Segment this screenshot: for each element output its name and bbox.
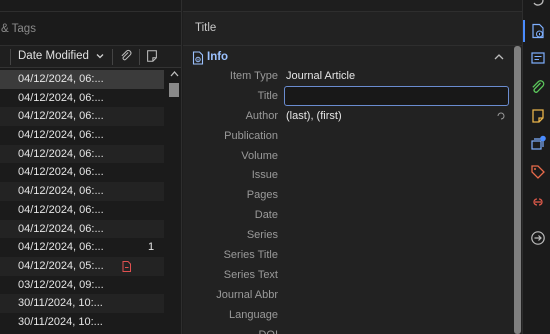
field-series-text: Series Text (183, 266, 503, 286)
items-list: 04/12/2024, 06:... 04/12/2024, 06:... 04/1… (0, 70, 164, 332)
field-pages: Pages (183, 186, 503, 206)
item-row[interactable]: 04/12/2024, 06:... (0, 219, 164, 239)
paperclip-icon[interactable] (119, 49, 133, 63)
field-publication: Publication (183, 127, 503, 147)
info-fields: Item Type Journal Article Title Author (last… (183, 67, 509, 334)
swap-name-icon[interactable] (496, 111, 506, 121)
related-icon[interactable] (530, 194, 546, 210)
items-column-header: Date Modified (0, 46, 181, 68)
item-pane-top-strip (183, 0, 522, 12)
side-navigation (522, 0, 550, 334)
field-date: Date (183, 206, 503, 226)
items-pane: & Tags Date Modified 04/12/2024, 06:... 0… (0, 0, 182, 334)
item-row[interactable]: 04/12/2024, 06:... (0, 182, 164, 201)
field-value-item-type[interactable]: Journal Article (286, 70, 355, 82)
item-pane-header-title[interactable]: Title (183, 12, 522, 46)
item-row[interactable]: 03/12/2024, 09:... (0, 275, 164, 295)
item-row[interactable]: 30/11/2024, 10:... (0, 294, 164, 313)
field-label-series-text[interactable]: Series Text (224, 269, 278, 281)
note-column-icon[interactable] (145, 49, 159, 63)
item-date-modified: 04/12/2024, 05:... (18, 259, 104, 272)
item-date-modified: 04/12/2024, 06:... (18, 241, 104, 254)
field-label-title[interactable]: Title (258, 90, 278, 102)
date-modified-column-header[interactable]: Date Modified (18, 50, 89, 62)
field-volume: Volume (183, 147, 503, 167)
field-item-type: Item Type Journal Article (183, 67, 503, 87)
item-date-modified: 04/12/2024, 06:... (18, 203, 104, 216)
item-date-modified: 04/12/2024, 06:... (18, 110, 104, 123)
field-label-pages[interactable]: Pages (247, 189, 278, 201)
item-row[interactable]: 04/12/2024, 06:... (0, 163, 164, 183)
field-issue: Issue (183, 166, 503, 186)
item-date-modified: 30/11/2024, 10:... (18, 315, 103, 328)
field-label-publication[interactable]: Publication (224, 130, 278, 142)
field-series-title: Series Title (183, 246, 503, 266)
item-row[interactable]: 30/11/2024, 10:... (0, 312, 164, 332)
field-label-series-title[interactable]: Series Title (224, 249, 278, 261)
item-row[interactable]: 04/12/2024, 06:... (0, 144, 164, 164)
field-doi: DOI (183, 326, 503, 334)
side-nav-selected-indicator (523, 20, 525, 42)
field-author: Author (last), (first) (183, 107, 506, 127)
item-date-modified: 04/12/2024, 06:... (18, 222, 104, 235)
title-input[interactable] (284, 85, 509, 106)
field-journal-abbr: Journal Abbr (183, 286, 503, 306)
items-pane-top-strip (0, 0, 181, 12)
item-pane-scrollbar[interactable] (513, 46, 522, 334)
field-label-journal-abbr[interactable]: Journal Abbr (216, 289, 278, 301)
item-date-modified: 04/12/2024, 06:... (18, 129, 104, 142)
item-date-modified: 04/12/2024, 06:... (18, 73, 104, 85)
scroll-up-arrow-icon[interactable] (170, 70, 179, 78)
field-title: Title (183, 85, 509, 107)
item-row[interactable]: 04/12/2024, 06:... (0, 200, 164, 220)
field-label-issue[interactable]: Issue (252, 169, 278, 181)
chevron-up-icon[interactable] (493, 52, 505, 62)
info-icon[interactable] (530, 23, 546, 39)
sync-icon[interactable] (530, 0, 546, 8)
item-notes-count: 1 (148, 241, 155, 254)
abstract-icon[interactable] (530, 50, 546, 66)
item-pane: Title Info Item Type Journal Article Title… (183, 0, 522, 334)
tags-header[interactable]: & Tags (0, 12, 181, 46)
scrollbar-thumb[interactable] (169, 83, 179, 97)
document-info-icon (192, 51, 204, 65)
field-label-date[interactable]: Date (255, 209, 278, 221)
item-row[interactable]: 04/12/2024, 06:... (0, 107, 164, 127)
field-label-doi[interactable]: DOI (258, 329, 278, 334)
column-divider[interactable] (139, 49, 140, 65)
attachments-icon[interactable] (530, 80, 546, 96)
chevron-down-icon[interactable] (95, 51, 105, 61)
item-date-modified: 30/11/2024, 10:... (18, 297, 103, 310)
field-series: Series (183, 226, 503, 246)
item-row[interactable]: 04/12/2024, 06:... (0, 126, 164, 145)
pdf-attachment-icon[interactable] (122, 260, 131, 272)
locate-icon[interactable] (530, 230, 546, 246)
item-date-modified: 03/12/2024, 09:... (18, 278, 104, 291)
item-date-modified: 04/12/2024, 06:... (18, 91, 104, 104)
field-label-author[interactable]: Author (246, 110, 278, 122)
item-row[interactable]: 04/12/2024, 06:... (0, 70, 164, 89)
items-scrollbar[interactable] (166, 70, 181, 334)
item-row[interactable]: 04/12/2024, 05:... (0, 256, 164, 276)
field-language: Language (183, 306, 503, 326)
item-row[interactable]: 04/12/2024, 06:... 1 (0, 238, 164, 257)
item-date-modified: 04/12/2024, 06:... (18, 166, 104, 179)
item-date-modified: 04/12/2024, 06:... (18, 147, 104, 160)
item-date-modified: 04/12/2024, 06:... (18, 185, 104, 198)
notes-icon[interactable] (530, 108, 546, 124)
scrollbar-thumb[interactable] (514, 46, 521, 334)
field-label-volume[interactable]: Volume (241, 150, 278, 162)
field-value-author[interactable]: (last), (first) (286, 110, 342, 122)
field-label-language[interactable]: Language (229, 309, 278, 321)
field-label-series[interactable]: Series (247, 229, 278, 241)
column-divider[interactable] (112, 49, 113, 65)
info-section-label: Info (207, 51, 229, 63)
info-section-header[interactable]: Info (183, 47, 522, 69)
item-row[interactable]: 04/12/2024, 06:... (0, 88, 164, 108)
column-divider[interactable] (10, 49, 11, 65)
libraries-collections-icon[interactable] (530, 135, 546, 151)
field-label-item-type[interactable]: Item Type (230, 70, 278, 82)
tags-icon[interactable] (530, 164, 546, 180)
